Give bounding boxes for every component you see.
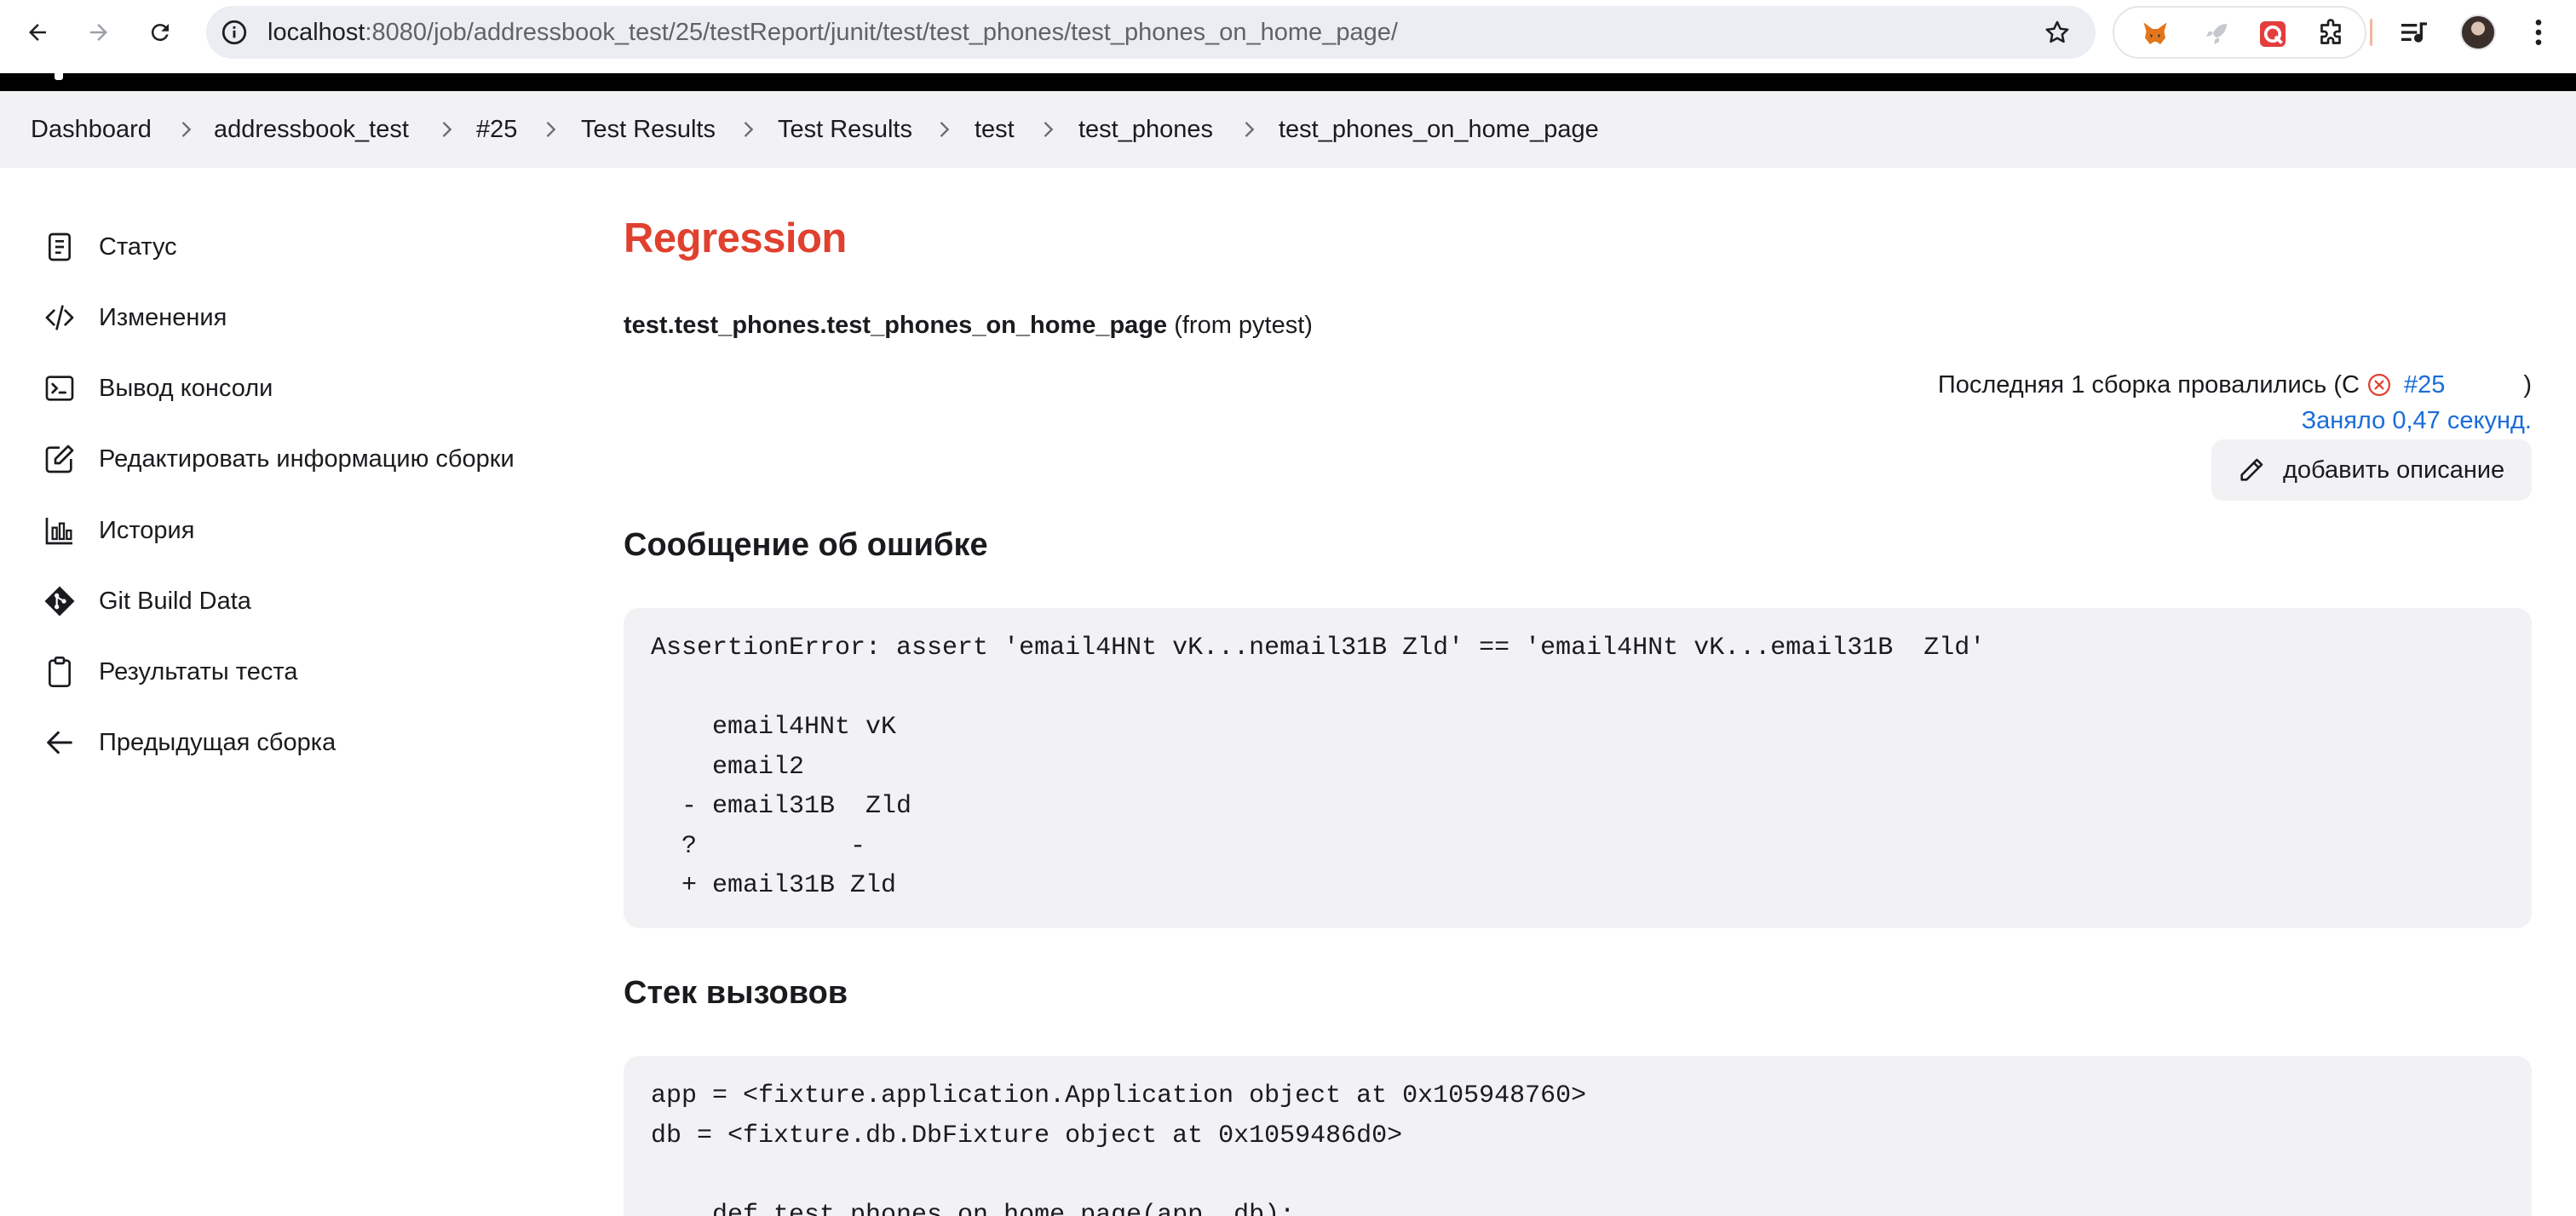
chevron-right-icon	[744, 122, 754, 137]
breadcrumb-test-results-2[interactable]: Test Results	[778, 91, 912, 168]
pencil-icon	[2240, 458, 2263, 481]
sidebar-item-status[interactable]: Статус	[41, 221, 569, 272]
forward-icon[interactable]	[82, 15, 116, 49]
sidebar-item-previous-build[interactable]: Предыдущая сборка	[41, 717, 569, 768]
chevron-right-icon	[442, 122, 452, 137]
bookmark-star-icon[interactable]	[2043, 18, 2072, 47]
breadcrumb-job[interactable]: addressbook_test	[214, 91, 409, 168]
history-chart-icon	[45, 518, 72, 545]
clipboard-icon	[49, 657, 71, 687]
rocket-extension-icon[interactable]	[2201, 19, 2232, 49]
breadcrumb-build[interactable]: #25	[476, 91, 517, 168]
code-changes-icon	[45, 305, 74, 330]
sidebar-item-changes[interactable]: Изменения	[41, 292, 569, 343]
more-menu-icon[interactable]	[2521, 15, 2556, 49]
chevron-right-icon	[1245, 122, 1255, 137]
error-message-heading: Сообщение об ошибке	[624, 527, 988, 563]
sidebar-item-test-results[interactable]: Результаты теста	[41, 646, 569, 697]
chevron-right-icon	[940, 122, 950, 137]
test-full-name: test.test_phones.test_phones_on_home_pag…	[624, 312, 1168, 339]
url-host: localhost	[267, 19, 365, 46]
chevron-right-icon	[181, 122, 192, 137]
breadcrumb: Dashboard addressbook_test #25 Test Resu…	[0, 91, 2576, 168]
breadcrumb-class[interactable]: test_phones	[1078, 91, 1213, 168]
failure-build-link[interactable]: #25	[2404, 368, 2445, 402]
sidebar-item-label: Вывод консоли	[99, 375, 273, 402]
test-identifier: test.test_phones.test_phones_on_home_pag…	[624, 308, 1313, 342]
arrow-left-icon	[47, 731, 72, 754]
breadcrumb-package[interactable]: test	[975, 91, 1015, 168]
jenkins-logo-fragment	[55, 73, 63, 80]
sidebar-item-label: Статус	[99, 233, 177, 261]
sidebar-item-label: История	[99, 517, 195, 544]
git-icon	[44, 586, 75, 617]
terminal-icon	[45, 376, 74, 401]
breadcrumb-test-results[interactable]: Test Results	[581, 91, 716, 168]
error-message-text: AssertionError: assert 'email4HNt vK...n…	[651, 634, 1986, 900]
stack-trace-heading: Стек вызовов	[624, 975, 848, 1011]
metamask-extension-icon[interactable]	[2140, 19, 2171, 49]
sidebar-item-label: Редактировать информацию сборки	[99, 445, 515, 473]
add-description-button[interactable]: добавить описание	[2211, 439, 2532, 501]
failure-suffix: )	[2523, 371, 2532, 399]
test-source: (from pytest)	[1174, 312, 1313, 339]
back-icon[interactable]	[20, 15, 55, 49]
sidebar-item-edit-build-info[interactable]: Редактировать информацию сборки	[41, 433, 569, 485]
error-message-block: AssertionError: assert 'email4HNt vK...n…	[624, 608, 2532, 928]
failure-prefix: Последняя 1 сборка провалились (С	[1937, 371, 2360, 399]
sidebar-item-console-output[interactable]: Вывод консоли	[41, 363, 569, 414]
breadcrumb-dashboard[interactable]: Dashboard	[31, 91, 152, 168]
jenkins-header	[0, 73, 2576, 91]
failed-x-icon	[2367, 374, 2390, 396]
sidebar-item-git-build-data[interactable]: Git Build Data	[41, 576, 569, 627]
url-path: :8080/job/addressbook_test/25/testReport…	[365, 19, 1398, 46]
page-title: Regression	[624, 215, 847, 261]
browser-toolbar: localhost:8080/job/addressbook_test/25/t…	[0, 0, 2576, 65]
url-text[interactable]: localhost:8080/job/addressbook_test/25/t…	[267, 6, 1398, 59]
chevron-right-icon	[546, 122, 556, 137]
extensions-puzzle-icon[interactable]	[2315, 19, 2346, 49]
sidebar-item-label: Git Build Data	[99, 588, 251, 615]
sidebar-item-label: Изменения	[99, 304, 227, 331]
sidebar-item-label: Результаты теста	[99, 658, 298, 685]
profile-avatar[interactable]	[2460, 14, 2496, 50]
media-controls-icon[interactable]	[2397, 15, 2431, 49]
address-bar[interactable]: localhost:8080/job/addressbook_test/25/t…	[206, 6, 2096, 59]
breadcrumb-test-case[interactable]: test_phones_on_home_page	[1279, 91, 1599, 168]
failure-summary: Последняя 1 сборка провалились (С #25 )	[1938, 368, 2532, 402]
stack-trace-text: app = <fixture.application.Application o…	[651, 1081, 1587, 1216]
extensions-group	[2113, 6, 2366, 59]
status-document-icon	[49, 232, 71, 261]
add-description-label: добавить описание	[2283, 456, 2505, 484]
edit-icon	[45, 445, 74, 473]
reload-icon[interactable]	[143, 15, 177, 49]
test-duration-link[interactable]: Заняло 0,47 секунд.	[2302, 404, 2532, 438]
stack-trace-block: app = <fixture.application.Application o…	[624, 1056, 2532, 1216]
sidebar-item-label: Предыдущая сборка	[99, 729, 336, 756]
toolbar-divider	[2370, 19, 2372, 46]
sidebar-item-history[interactable]: История	[41, 505, 569, 556]
red-extension-icon[interactable]	[2257, 19, 2288, 49]
site-info-icon[interactable]	[220, 18, 249, 47]
chevron-right-icon	[1044, 122, 1054, 137]
